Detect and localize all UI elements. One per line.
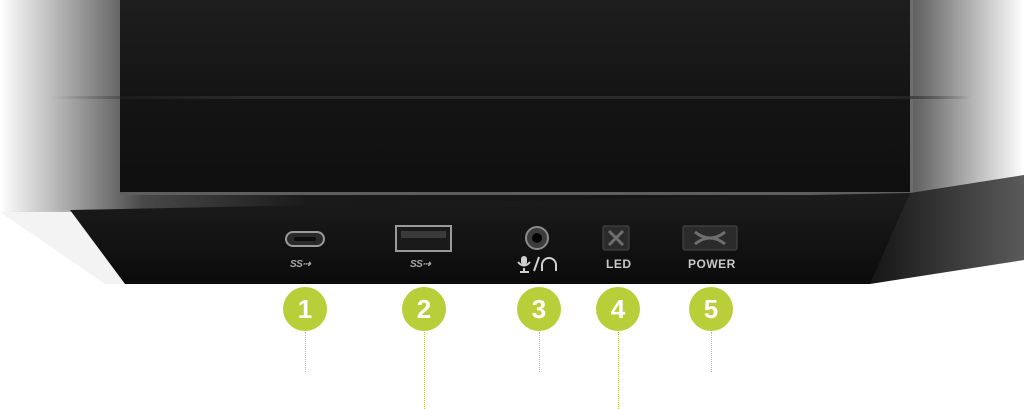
callout-1: 1 <box>283 287 327 331</box>
superspeed-text-1: SS <box>290 259 303 270</box>
superspeed-logo-2: SS⇢ <box>410 259 431 270</box>
leader-line-2 <box>424 332 425 409</box>
led-button-icon <box>602 225 630 251</box>
usb-trident-icon: ⇢ <box>422 259 431 270</box>
usb-trident-icon: ⇢ <box>302 259 311 270</box>
front-io-shape <box>0 175 1024 284</box>
leader-line-5 <box>711 332 712 372</box>
superspeed-text-2: SS <box>410 259 423 270</box>
power-button-icon <box>682 225 738 251</box>
front-io-strip: SS⇢ SS⇢ LED POWER <box>0 0 1024 409</box>
power-label: POWER <box>688 257 736 271</box>
front-io-body <box>70 193 915 284</box>
usb-c-port-icon <box>285 231 325 247</box>
callout-5: 5 <box>689 287 733 331</box>
case-front-io-illustration: SS⇢ SS⇢ LED POWER 1 2 3 4 5 <box>0 0 1024 409</box>
leader-line-1 <box>305 332 306 372</box>
callout-2: 2 <box>402 287 446 331</box>
leader-line-4 <box>618 332 619 409</box>
audio-jack-icon <box>525 226 549 250</box>
callout-4: 4 <box>596 287 640 331</box>
leader-line-3 <box>539 332 540 372</box>
usb-a-port-icon <box>395 225 452 252</box>
callout-3: 3 <box>517 287 561 331</box>
led-label: LED <box>606 257 632 271</box>
superspeed-logo-1: SS⇢ <box>290 259 311 270</box>
